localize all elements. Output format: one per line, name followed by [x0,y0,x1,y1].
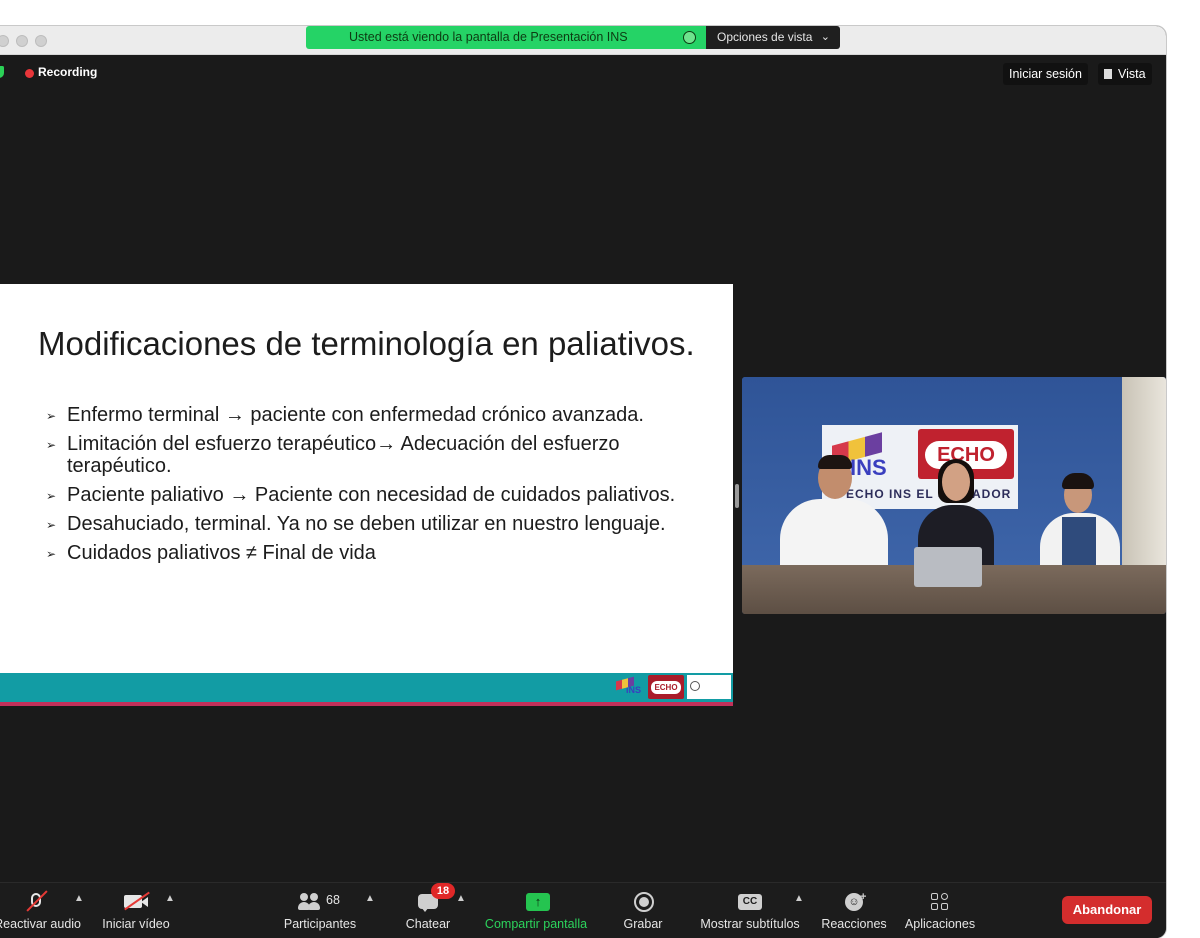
record-button[interactable]: Grabar [610,883,676,938]
slide-bullet-text: Enfermo terminal → paciente con enfermed… [67,404,644,426]
recording-label: Recording [38,65,98,79]
unmute-audio-button[interactable]: Reactivar audio [0,883,82,938]
speaker-video-tile[interactable]: INS ECHO ECHO INS EL SALVADOR [742,377,1166,614]
bullet-arrow-icon: ➢ [46,409,57,423]
reactions-button[interactable]: ☺ + Reacciones [816,883,892,938]
participants-label: Participantes [283,917,357,931]
leave-meeting-button[interactable]: Abandonar [1062,896,1152,924]
chat-unread-badge: 18 [431,883,455,899]
slide-bullet-text: Desahuciado, terminal. Ya no se deben ut… [67,513,666,535]
video-banner-caption: ECHO INS EL SALVADOR [846,487,1012,501]
laptop-image [914,547,982,587]
slide-bullet: ➢ Desahuciado, terminal. Ya no se deben u… [46,513,696,535]
slide-bullet: ➢ Paciente paliativo → Paciente con neces… [46,484,696,506]
start-video-button[interactable]: Iniciar vídeo [98,883,174,938]
record-label: Grabar [623,917,663,931]
video-options-chevron-icon[interactable]: ▲ [165,893,175,904]
chevron-down-icon: ⌄ [820,31,830,43]
chat-label: Chatear [405,917,451,931]
slide-bullet-text: Paciente paliativo → Paciente con necesi… [67,484,676,506]
show-subtitles-button[interactable]: CC Mostrar subtítulos [692,883,808,938]
record-icon [631,891,655,912]
share-indicator-icon [683,31,696,44]
slide-bullet: ➢ Limitación del esfuerzo terapéutico→ Ad… [46,433,696,477]
chat-options-chevron-icon[interactable]: ▲ [456,893,466,904]
share-screen-button[interactable]: ↑ Compartir pantalla [477,883,595,938]
slide-bullet-text: Limitación del esfuerzo terapéutico→ Ade… [67,433,620,477]
slide-bullet-list: ➢ Enfermo terminal → paciente con enferme… [46,404,696,571]
screen-share-text: Usted está viendo la pantalla de Present… [349,30,628,44]
apps-button[interactable]: Aplicaciones [902,883,978,938]
government-seal-logo [687,675,731,699]
window-minimize-dot[interactable] [16,35,28,47]
participants-count: 68 [326,893,340,907]
panel-resize-handle[interactable] [735,484,739,508]
slide-bullet: ➢ Cuidados paliativos ≠ Final de vida [46,542,696,564]
view-button[interactable]: Vista [1098,63,1152,85]
bullet-arrow-icon: ➢ [46,489,57,503]
zoom-window: Recording Iniciar sesión Vista Modificac… [0,26,1166,938]
video-window [1122,377,1166,567]
security-shield-icon[interactable] [0,66,4,78]
view-options-dropdown[interactable]: Opciones de vista ⌄ [706,26,840,49]
start-video-label: Iniciar vídeo [102,917,170,931]
view-icon [1104,69,1112,79]
audio-options-chevron-icon[interactable]: ▲ [74,893,84,904]
slide-footer-bar: INS ECHO [0,673,733,702]
closed-captions-icon: CC [738,891,762,911]
participants-icon [298,891,322,911]
window-close-dot[interactable] [0,35,9,47]
ins-logo: INS [615,675,641,699]
microphone-muted-icon [24,890,48,912]
share-screen-label: Compartir pantalla [484,917,588,931]
show-subtitles-label: Mostrar subtítulos [700,917,800,931]
presenter-1 [780,499,888,569]
unmute-audio-label: Reactivar audio [0,917,81,931]
slide-title: Modificaciones de terminología en paliat… [38,325,695,362]
apps-icon [928,891,952,911]
participants-button[interactable]: Participantes [280,883,360,938]
meeting-toolbar: Reactivar audio ▲ Iniciar vídeo ▲ Partic… [0,882,1166,938]
slide-bullet-text: Cuidados paliativos ≠ Final de vida [67,542,376,564]
bullet-arrow-icon: ➢ [46,518,57,532]
echo-logo: ECHO [648,675,684,699]
bullet-arrow-icon: ➢ [46,547,57,561]
screen-share-banner[interactable]: Usted está viendo la pantalla de Present… [306,26,706,49]
slide-bullet: ➢ Enfermo terminal → paciente con enferme… [46,404,696,426]
participants-options-chevron-icon[interactable]: ▲ [365,893,375,904]
slide-footer-line [0,702,733,706]
shared-slide: Modificaciones de terminología en paliat… [0,284,733,706]
subtitles-options-chevron-icon[interactable]: ▲ [794,893,804,904]
apps-label: Aplicaciones [904,917,976,931]
camera-off-icon [124,891,150,911]
window-zoom-dot[interactable] [35,35,47,47]
meeting-area: Recording Iniciar sesión Vista Modificac… [0,55,1166,882]
recording-dot-icon [25,69,34,78]
share-screen-icon: ↑ [524,891,550,911]
view-options-label: Opciones de vista [717,30,813,44]
reactions-smiley-icon: ☺ + [842,891,866,911]
signin-button[interactable]: Iniciar sesión [1003,63,1088,85]
reactions-label: Reacciones [821,917,887,931]
view-label: Vista [1118,67,1146,81]
bullet-arrow-icon: ➢ [46,438,57,452]
